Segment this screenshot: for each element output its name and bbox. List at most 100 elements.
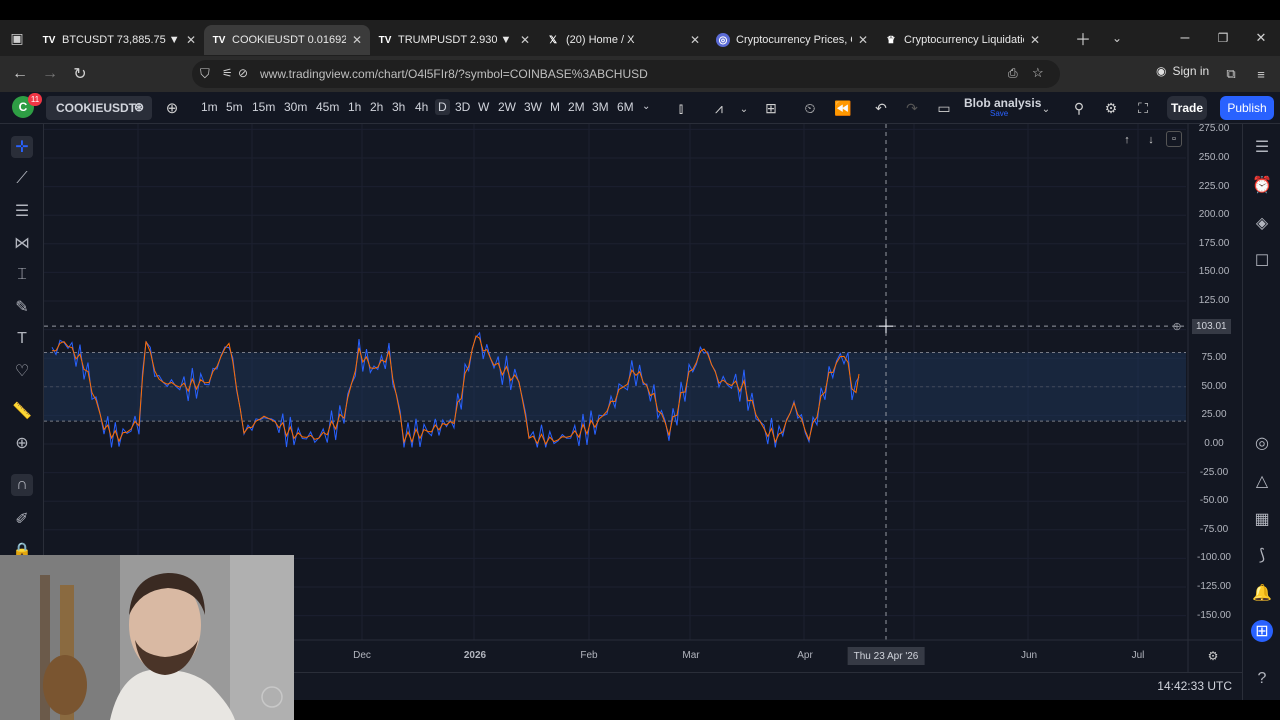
close-icon[interactable]: ✕ — [858, 33, 868, 47]
move-up-icon[interactable]: ↑ — [1120, 132, 1134, 148]
tab-crypto-prices[interactable]: ◎ Cryptocurrency Prices, Char ✕ — [708, 25, 876, 55]
sign-in-button[interactable]: ◉ Sign in — [1156, 64, 1209, 78]
move-down-icon[interactable]: ↓ — [1144, 132, 1158, 148]
utc-clock[interactable]: 14:42:33 UTC — [1157, 679, 1232, 693]
bookmark-star-icon[interactable]: ☆ — [1032, 65, 1044, 81]
symbol-search[interactable]: COOKIEUSDT ⊛ — [46, 96, 152, 120]
timeframe-5m[interactable]: 5m — [226, 100, 243, 114]
tab-cookieusdt[interactable]: TV COOKIEUSDT 0.01692 ▲ +5 ✕ — [204, 25, 370, 55]
text-tool-icon[interactable]: T — [11, 328, 33, 350]
layout-icon[interactable]: ▭ — [935, 98, 953, 118]
symbol-settings-icon[interactable]: ⊛ — [134, 100, 144, 114]
layout-name[interactable]: Blob analysis — [964, 96, 1041, 110]
close-icon[interactable]: ✕ — [186, 33, 196, 47]
watchlist-icon[interactable]: ☰ — [1251, 136, 1273, 158]
timeframe-2m[interactable]: 2M — [568, 100, 585, 114]
compare-add-icon[interactable]: ⊕ — [162, 98, 182, 118]
settings-gear-icon[interactable]: ⚙ — [1102, 98, 1120, 118]
alert-icon[interactable]: ⏲ — [801, 98, 819, 118]
tab-list-chevron-icon[interactable]: ⌄ — [1108, 28, 1126, 48]
patterns-icon[interactable]: ⋈ — [11, 232, 33, 254]
help-icon[interactable]: ? — [1251, 668, 1273, 690]
zoom-in-icon[interactable]: ⊕ — [11, 432, 33, 454]
trend-line-icon[interactable]: ⟋ — [11, 168, 33, 190]
time-tick-label: 2026 — [463, 650, 487, 661]
undo-icon[interactable]: ↶ — [872, 98, 890, 118]
streams-icon[interactable]: ⟆ — [1251, 544, 1273, 566]
stay-drawing-icon[interactable]: ✐ — [11, 508, 33, 530]
object-tree-icon[interactable]: ◈ — [1251, 212, 1273, 234]
timeframe-1h[interactable]: 1h — [348, 100, 361, 114]
timeframe-1m[interactable]: 1m — [201, 100, 218, 114]
redo-icon[interactable]: ↷ — [903, 98, 921, 118]
extensions-icon[interactable]: ⧉ — [1222, 65, 1240, 83]
browser-menu-icon[interactable]: ≡ — [1252, 65, 1270, 83]
tracking-icon[interactable]: ⚟ — [222, 66, 233, 80]
tab-crypto-liquidation[interactable]: ♛ Cryptocurrency Liquidation ✕ — [876, 25, 1048, 55]
back-icon[interactable]: ← — [5, 59, 35, 89]
tab-trumpusdt[interactable]: TV TRUMPUSDT 2.930 ▼ −0.27 ✕ — [370, 25, 538, 55]
timeframe-3d[interactable]: 3D — [455, 100, 470, 114]
alerts-clock-icon[interactable]: ⏰ — [1251, 174, 1273, 196]
maximize-pane-icon[interactable]: ▫ — [1166, 131, 1182, 147]
timeframe-2w[interactable]: 2W — [498, 100, 516, 114]
timeframe-2h[interactable]: 2h — [370, 100, 383, 114]
candle-type-icon[interactable]: ⫾ — [672, 98, 690, 118]
site-info-icon[interactable]: ⛉ — [200, 66, 210, 82]
timeframe-3w[interactable]: 3W — [524, 100, 542, 114]
axis-settings-icon[interactable]: ⚙ — [1205, 648, 1221, 664]
timeframe-d[interactable]: D — [435, 99, 450, 115]
signals-icon[interactable]: △ — [1251, 470, 1273, 492]
close-icon[interactable]: ✕ — [520, 33, 530, 47]
templates-icon[interactable]: ⊞ — [762, 98, 780, 118]
timeframe-45m[interactable]: 45m — [316, 100, 339, 114]
timeframe-m[interactable]: M — [550, 100, 560, 114]
url-field[interactable]: ⛉ ⚟ ⊘ www.tradingview.com/chart/O4l5FIr8… — [192, 60, 1060, 88]
tab-x-home[interactable]: 𝕏 (20) Home / X ✕ — [538, 25, 708, 55]
layout-dropdown-icon[interactable]: ⌄ — [1040, 100, 1052, 118]
forward-icon[interactable]: → — [35, 59, 65, 89]
close-icon[interactable]: ✕ — [352, 33, 362, 47]
hidden-eye-icon[interactable]: ⊘ — [238, 66, 248, 80]
chat-icon[interactable]: ☐ — [1251, 250, 1273, 272]
calendar-icon[interactable]: ▦ — [1251, 508, 1273, 530]
favorites-heart-icon[interactable]: ♡ — [11, 360, 33, 382]
timeframe-w[interactable]: W — [478, 100, 489, 114]
ruler-icon[interactable]: 📏 — [11, 400, 33, 422]
replay-icon[interactable]: ⏪ — [834, 98, 852, 118]
fib-retracement-icon[interactable]: ☰ — [11, 200, 33, 222]
timeframe-15m[interactable]: 15m — [252, 100, 275, 114]
notifications-bell-icon[interactable]: 🔔 — [1251, 582, 1273, 604]
timeframe-6m[interactable]: 6M — [617, 100, 634, 114]
timeframe-4h[interactable]: 4h — [415, 100, 428, 114]
indicators-dropdown-icon[interactable]: ⌄ — [738, 100, 750, 118]
tab-title: (20) Home / X — [566, 34, 635, 46]
close-icon[interactable]: ✕ — [1030, 33, 1040, 47]
trade-button[interactable]: Trade — [1167, 96, 1207, 120]
publish-button[interactable]: Publish — [1220, 96, 1274, 120]
layout-save-label[interactable]: Save — [990, 109, 1008, 118]
timeframe-dropdown-icon[interactable]: ⌄ — [642, 101, 650, 112]
magnet-icon[interactable]: ∩ — [11, 474, 33, 496]
window-close-icon[interactable]: ✕ — [1252, 28, 1270, 48]
target-icon[interactable]: ◎ — [1251, 432, 1273, 454]
tab-btcusdt[interactable]: TV BTCUSDT 73,885.75 ▼ −1.24 ✕ — [34, 25, 204, 55]
tab-actions-icon[interactable]: ▣ — [0, 20, 34, 56]
apps-grid-icon[interactable]: ⊞ — [1251, 620, 1273, 642]
brush-icon[interactable]: ✎ — [11, 296, 33, 318]
timeframe-3m[interactable]: 3M — [592, 100, 609, 114]
fullscreen-icon[interactable]: ⛶ — [1134, 98, 1152, 118]
reload-icon[interactable]: ↻ — [65, 59, 95, 89]
timeframe-3h[interactable]: 3h — [392, 100, 405, 114]
new-tab-icon[interactable]: ＋ — [1074, 28, 1092, 49]
measure-icon[interactable]: ⌶ — [11, 264, 33, 286]
indicators-icon[interactable]: ⩘ — [710, 98, 728, 118]
add-alert-plus-icon[interactable]: ⊕ — [1170, 319, 1184, 333]
minimize-icon[interactable]: – — [1176, 28, 1194, 48]
install-app-icon[interactable]: ⎙ — [1008, 66, 1018, 81]
quick-search-icon[interactable]: ⚲ — [1070, 98, 1088, 118]
crosshair-icon[interactable]: ✛ — [11, 136, 33, 158]
close-icon[interactable]: ✕ — [690, 33, 700, 47]
timeframe-30m[interactable]: 30m — [284, 100, 307, 114]
restore-icon[interactable]: ❐ — [1214, 28, 1232, 48]
